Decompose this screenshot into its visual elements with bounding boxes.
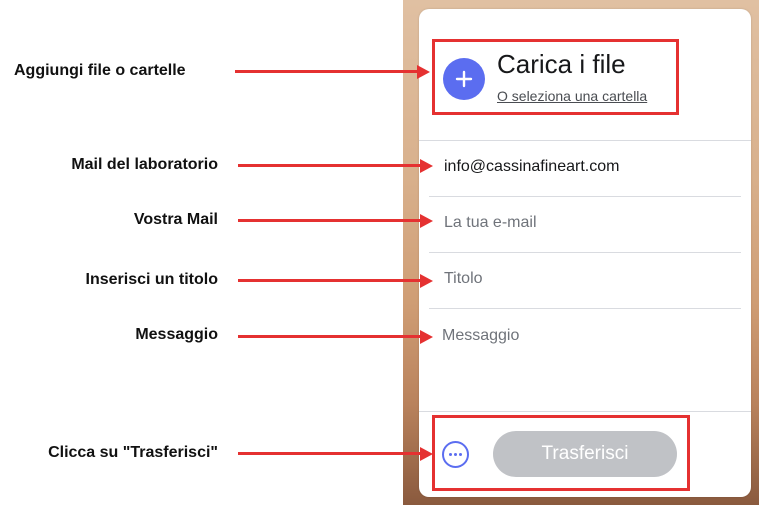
your-email-field[interactable]: La tua e-mail — [429, 197, 741, 253]
annotation-arrow — [235, 65, 430, 79]
highlight-upload-box — [432, 39, 679, 115]
your-email-placeholder: La tua e-mail — [444, 214, 537, 231]
annotation-arrow — [238, 330, 433, 344]
annotation-arrow — [238, 159, 433, 173]
message-field[interactable]: Messaggio — [442, 327, 519, 345]
recipient-email-field[interactable]: info@cassinafineart.com — [429, 141, 741, 197]
annotation-transfer: Clicca su "Trasferisci" — [48, 444, 218, 461]
annotation-title: Inserisci un titolo — [85, 271, 218, 288]
annotation-upload: Aggiungi file o cartelle — [14, 62, 186, 79]
recipient-email-value: info@cassinafineart.com — [444, 158, 620, 175]
annotation-message: Messaggio — [135, 326, 218, 343]
title-field[interactable]: Titolo — [429, 253, 741, 309]
annotation-arrow — [238, 274, 433, 288]
annotation-arrow — [238, 447, 433, 461]
divider — [419, 411, 751, 412]
annotation-lab-mail: Mail del laboratorio — [71, 156, 218, 173]
highlight-transfer-box — [432, 415, 690, 491]
annotation-your-mail: Vostra Mail — [133, 211, 218, 228]
title-placeholder: Titolo — [444, 270, 483, 287]
annotation-arrow — [238, 214, 433, 228]
